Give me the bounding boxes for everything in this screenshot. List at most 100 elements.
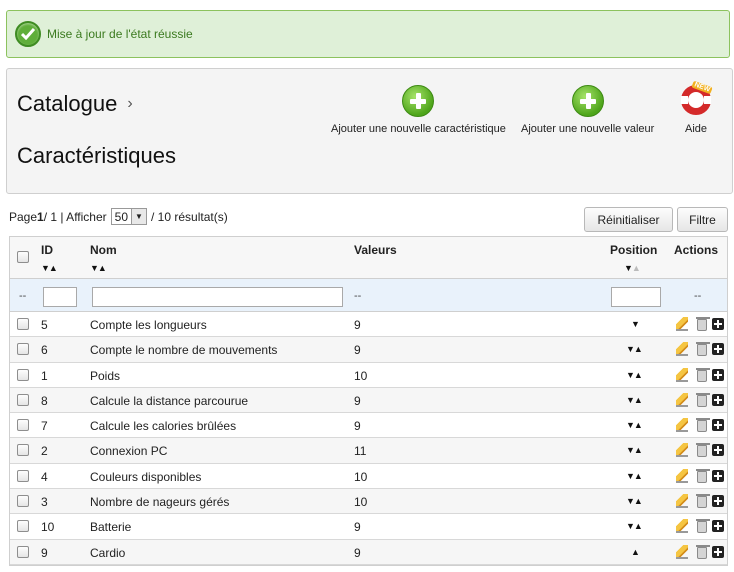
position-arrows-icon[interactable]: ▼▲ [626,344,643,354]
pencil-icon[interactable] [676,544,688,559]
trash-icon[interactable] [696,494,710,509]
position-arrows-icon[interactable]: ▼ [631,319,640,329]
table-row[interactable]: 2 Connexion PC 11 ▼▲ [10,438,727,464]
table-row[interactable]: 9 Cardio 9 ▲ [10,539,727,565]
row-values: 9 [354,520,361,535]
breadcrumb-catalogue[interactable]: Catalogue [17,91,117,117]
row-checkbox[interactable] [17,469,29,482]
pencil-icon[interactable] [676,443,688,458]
pencil-icon[interactable] [676,392,688,407]
sort-position-icon[interactable]: ▼▲ [624,263,641,273]
help-label: Aide [684,123,708,135]
table-row[interactable]: 5 Compte les longueurs 9 ▼ [10,312,727,338]
row-checkbox[interactable] [17,520,29,533]
row-values: 9 [354,343,361,358]
select-all-checkbox[interactable] [17,251,29,263]
table-row[interactable]: 4 Couleurs disponibles 10 ▼▲ [10,463,727,490]
current-page: 1 [37,209,44,224]
trash-icon[interactable] [696,392,710,407]
row-name: Nombre de nageurs gérés [90,495,230,510]
pencil-icon[interactable] [676,342,688,357]
filter-name-input[interactable] [92,287,343,307]
position-arrows-icon[interactable]: ▼▲ [626,471,643,481]
row-name: Compte les longueurs [90,318,207,332]
help-button[interactable]: NEW Aide [681,80,713,135]
trash-icon[interactable] [696,367,710,382]
chevron-down-icon: ▼ [131,209,147,224]
row-checkbox[interactable] [17,393,29,406]
table-row[interactable]: 10 Batterie 9 ▼▲ [10,514,727,540]
row-name: Calcule la distance parcourue [90,393,249,408]
row-name: Poids [90,368,121,383]
row-id: 5 [41,318,48,332]
position-arrows-icon[interactable]: ▼▲ [626,395,643,405]
trash-icon[interactable] [696,342,710,357]
position-arrows-icon[interactable]: ▼▲ [626,445,643,455]
row-checkbox[interactable] [17,444,29,457]
plus-circle-icon [402,85,435,117]
row-checkbox[interactable] [17,419,29,432]
table-row[interactable]: 3 Nombre de nageurs gérés 10 ▼▲ [10,489,727,515]
pagination: Page 1 / 1 | Afficher 50 ▼ / 10 résultat… [9,208,228,225]
row-checkbox[interactable] [17,495,29,508]
header-values: Valeurs [354,243,397,257]
pencil-icon[interactable] [676,494,688,509]
plus-box-icon[interactable] [712,520,724,533]
trash-icon[interactable] [696,317,710,331]
row-id: 1 [41,368,48,383]
row-values: 10 [354,368,368,383]
trash-icon[interactable] [696,468,710,483]
plus-box-icon[interactable] [712,495,724,508]
row-checkbox[interactable] [17,343,29,356]
reset-button[interactable]: Réinitialiser [584,207,673,232]
pencil-icon[interactable] [676,468,688,483]
plus-box-icon[interactable] [712,545,724,558]
plus-box-icon[interactable] [712,343,724,356]
filter-button[interactable]: Filtre [677,207,728,232]
sort-name-icon[interactable]: ▼▲ [90,263,107,273]
row-values: 9 [354,318,361,332]
row-name: Cardio [90,545,126,560]
position-arrows-icon[interactable]: ▼▲ [626,496,643,506]
table-row[interactable]: 7 Calcule les calories brûlées 9 ▼▲ [10,413,727,439]
pencil-icon[interactable] [676,317,688,331]
row-checkbox[interactable] [17,545,29,558]
plus-box-icon[interactable] [712,318,724,330]
trash-icon[interactable] [696,544,710,559]
plus-circle-icon [571,85,604,117]
plus-box-icon[interactable] [712,368,724,381]
add-feature-button[interactable]: Ajouter une nouvelle caractéristique [331,85,506,135]
results-count: / 10 résultat(s) [151,209,228,224]
table-row[interactable]: 1 Poids 10 ▼▲ [10,362,727,388]
filter-position-input[interactable] [611,287,661,307]
header-position: Position [610,243,658,257]
per-page-select[interactable]: 50 ▼ [110,208,148,225]
filter-row: -- -- -- [10,279,727,312]
trash-icon[interactable] [696,519,710,534]
trash-icon[interactable] [696,443,710,458]
add-value-button[interactable]: Ajouter une nouvelle valeur [521,85,654,135]
plus-box-icon[interactable] [712,444,724,457]
row-checkbox[interactable] [17,318,29,330]
pencil-icon[interactable] [676,519,688,534]
position-arrows-icon[interactable]: ▼▲ [626,370,643,380]
header-id: ID [41,243,53,257]
table-row[interactable]: 8 Calcule la distance parcourue 9 ▼▲ [10,387,727,414]
new-badge: NEW [691,80,713,95]
header-actions: Actions [674,243,719,257]
plus-box-icon[interactable] [712,393,724,406]
position-arrows-icon[interactable]: ▼▲ [626,521,643,531]
position-arrows-icon[interactable]: ▼▲ [626,420,643,430]
row-name: Batterie [90,520,132,535]
table-row[interactable]: 6 Compte le nombre de mouvements 9 ▼▲ [10,337,727,363]
add-feature-label: Ajouter une nouvelle caractéristique [331,123,506,135]
pencil-icon[interactable] [676,367,688,382]
position-arrows-icon[interactable]: ▲ [631,547,640,557]
pencil-icon[interactable] [676,418,688,433]
sort-id-icon[interactable]: ▼▲ [41,263,58,273]
filter-id-input[interactable] [43,287,77,307]
plus-box-icon[interactable] [712,469,724,482]
plus-box-icon[interactable] [712,419,724,432]
trash-icon[interactable] [696,418,710,433]
row-checkbox[interactable] [17,368,29,381]
